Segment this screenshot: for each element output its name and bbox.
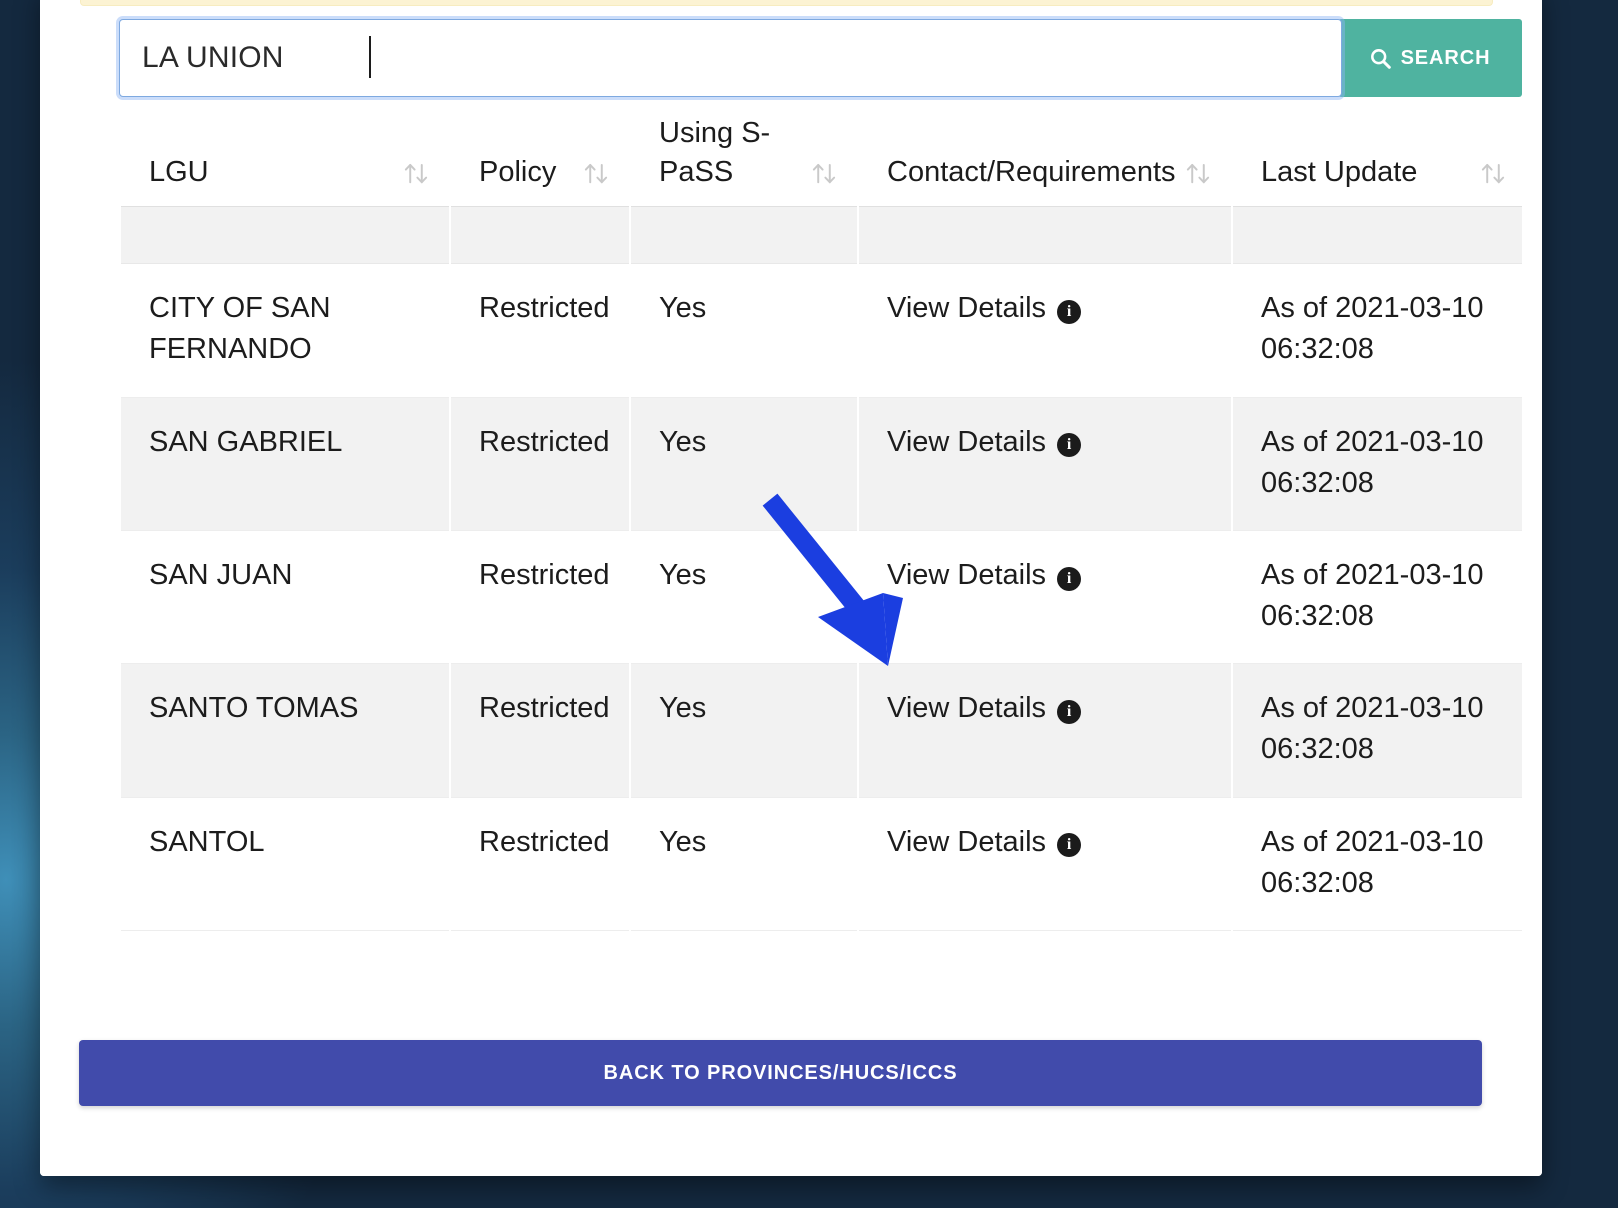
cell-spass: Yes <box>631 531 857 664</box>
filter-cell-contact[interactable] <box>859 206 1231 264</box>
cell-updated: As of 2021-03-10 06:32:08 <box>1233 531 1522 664</box>
text-caret <box>369 36 371 78</box>
view-details-link[interactable]: View Details i <box>887 555 1081 596</box>
search-button-label: SEARCH <box>1401 47 1491 70</box>
sort-updown-icon[interactable] <box>581 158 611 192</box>
table-header-row: LGU <box>121 114 1522 206</box>
lgu-table-region: LGU <box>119 114 1522 1020</box>
sort-updown-icon[interactable] <box>1478 158 1508 192</box>
search-icon <box>1370 48 1391 69</box>
cell-policy: Restricted <box>451 398 629 531</box>
alert-banner <box>80 0 1493 6</box>
footer-bar: BACK TO PROVINCES/HUCS/ICCS <box>40 1030 1542 1176</box>
cell-lgu: SANTO TOMAS <box>121 664 449 797</box>
column-header-contact[interactable]: Contact/Requirements <box>859 114 1231 206</box>
filter-cell-policy[interactable] <box>451 206 629 264</box>
column-header-updated-label: Last Update <box>1233 153 1417 192</box>
sort-updown-icon[interactable] <box>401 158 431 192</box>
cell-spass: Yes <box>631 264 857 397</box>
sort-updown-icon[interactable] <box>809 158 839 192</box>
cell-contact: View Details i <box>859 798 1231 931</box>
view-details-label: View Details <box>887 422 1046 463</box>
cell-updated: As of 2021-03-10 06:32:08 <box>1233 798 1522 931</box>
search-button[interactable]: SEARCH <box>1338 19 1522 97</box>
back-to-provinces-button[interactable]: BACK TO PROVINCES/HUCS/ICCS <box>79 1040 1482 1106</box>
view-details-link[interactable]: View Details i <box>887 422 1081 463</box>
table-row: SANTOLRestrictedYes View Details i As of 20… <box>121 798 1522 931</box>
search-input[interactable] <box>142 41 1319 75</box>
lgu-table: LGU <box>119 114 1522 931</box>
cell-updated: As of 2021-03-10 06:32:08 <box>1233 398 1522 531</box>
cell-updated: As of 2021-03-10 06:32:08 <box>1233 264 1522 397</box>
column-header-updated[interactable]: Last Update <box>1233 114 1522 206</box>
cell-policy: Restricted <box>451 798 629 931</box>
cell-contact: View Details i <box>859 398 1231 531</box>
content-card: SEARCH LGU <box>40 0 1542 1176</box>
table-body: CITY OF SAN FERNANDORestrictedYesView De… <box>121 264 1522 931</box>
view-details-link[interactable]: View Details i <box>887 688 1081 729</box>
column-header-spass[interactable]: Using S-PaSS <box>631 114 857 206</box>
view-details-label: View Details <box>887 288 1046 329</box>
cell-lgu: CITY OF SAN FERNANDO <box>121 264 449 397</box>
info-circle-icon[interactable]: i <box>1057 833 1081 857</box>
info-circle-icon[interactable]: i <box>1057 433 1081 457</box>
table-filter-body <box>121 206 1522 264</box>
table-row: CITY OF SAN FERNANDORestrictedYes View De… <box>121 264 1522 397</box>
column-header-policy[interactable]: Policy <box>451 114 629 206</box>
cell-lgu: SAN GABRIEL <box>121 398 449 531</box>
column-header-lgu-label: LGU <box>121 153 209 192</box>
search-bar: SEARCH <box>119 19 1522 97</box>
cell-contact: View Details i <box>859 264 1231 397</box>
cell-policy: Restricted <box>451 664 629 797</box>
view-details-label: View Details <box>887 822 1046 863</box>
filter-cell-spass[interactable] <box>631 206 857 264</box>
view-details-label: View Details <box>887 688 1046 729</box>
cell-contact: View Details i <box>859 664 1231 797</box>
info-circle-icon[interactable]: i <box>1057 300 1081 324</box>
column-header-policy-label: Policy <box>451 153 556 192</box>
cell-contact: View Details i <box>859 531 1231 664</box>
table-row: SAN GABRIELRestrictedYes View Details i As … <box>121 398 1522 531</box>
table-row: SAN JUANRestrictedYes View Details i As of … <box>121 531 1522 664</box>
table-header: LGU <box>121 114 1522 206</box>
cell-updated: As of 2021-03-10 06:32:08 <box>1233 664 1522 797</box>
view-details-link[interactable]: View Details i <box>887 822 1081 863</box>
column-header-spass-label: Using S-PaSS <box>631 114 803 192</box>
search-input-wrapper[interactable] <box>119 19 1342 97</box>
cell-spass: Yes <box>631 664 857 797</box>
column-header-contact-label: Contact/Requirements <box>859 153 1176 192</box>
cell-spass: Yes <box>631 398 857 531</box>
sort-updown-icon[interactable] <box>1183 158 1213 192</box>
cell-policy: Restricted <box>451 264 629 397</box>
table-row: SANTO TOMASRestrictedYes View Details i As … <box>121 664 1522 797</box>
cell-spass: Yes <box>631 798 857 931</box>
table-filter-row <box>121 206 1522 264</box>
column-header-lgu[interactable]: LGU <box>121 114 449 206</box>
cell-policy: Restricted <box>451 531 629 664</box>
filter-cell-updated[interactable] <box>1233 206 1522 264</box>
view-details-label: View Details <box>887 555 1046 596</box>
filter-cell-lgu[interactable] <box>121 206 449 264</box>
cell-lgu: SANTOL <box>121 798 449 931</box>
info-circle-icon[interactable]: i <box>1057 567 1081 591</box>
cell-lgu: SAN JUAN <box>121 531 449 664</box>
view-details-link[interactable]: View Details i <box>887 288 1081 329</box>
info-circle-icon[interactable]: i <box>1057 700 1081 724</box>
